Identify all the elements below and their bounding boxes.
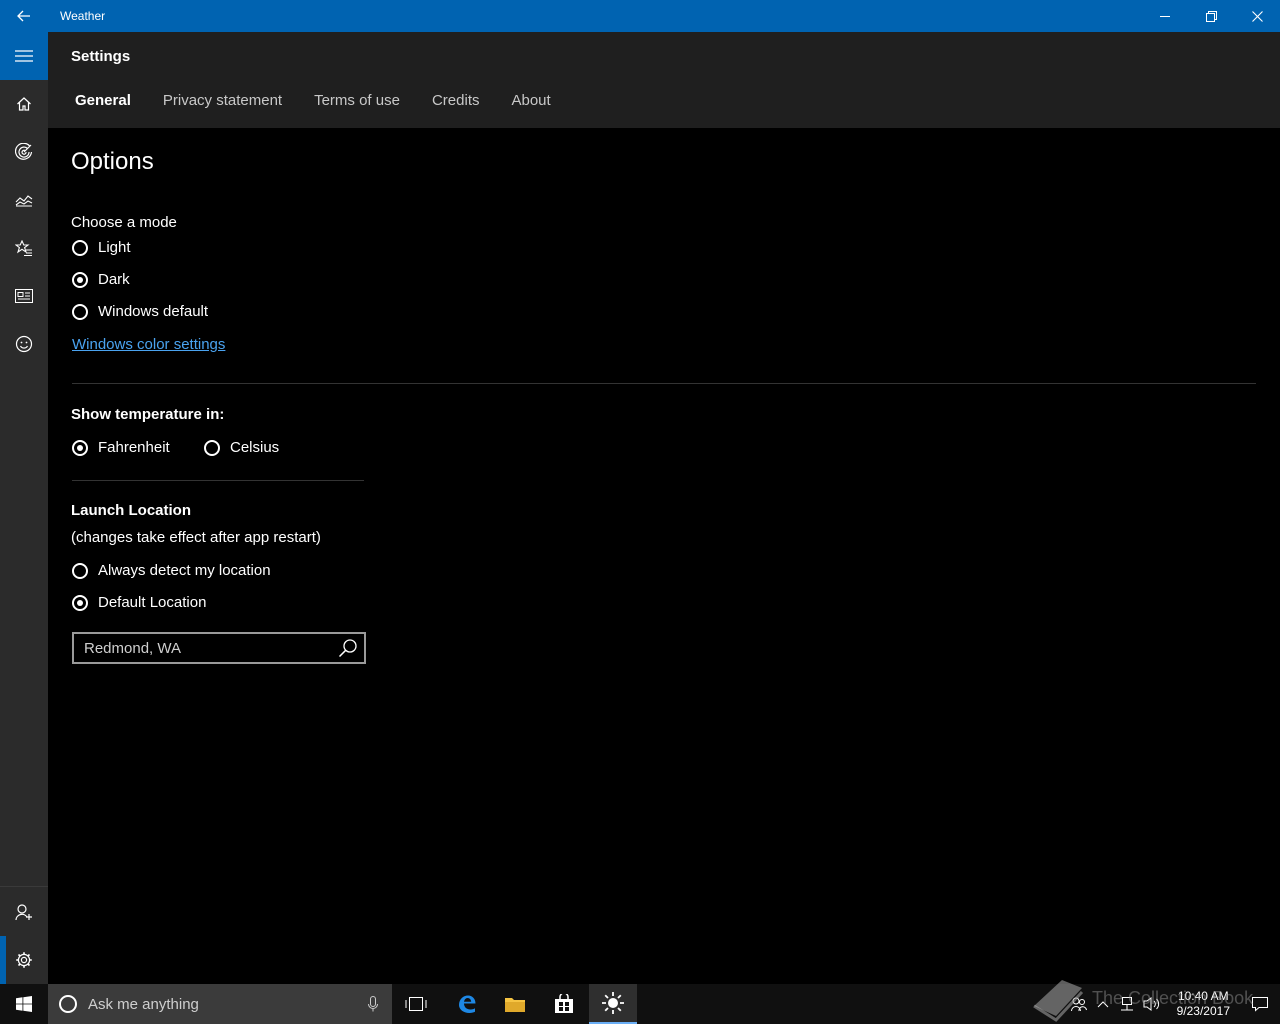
book-logo-icon [1033,980,1084,1022]
edge-icon [459,995,476,1013]
nav-maps-button[interactable] [0,128,48,176]
minimize-button[interactable] [1142,0,1188,32]
location-input[interactable]: Redmond, WA [84,640,332,657]
radio-circle-selected [72,439,88,456]
close-icon [1251,10,1263,22]
star-list-icon [15,240,32,256]
rail-divider [0,886,48,887]
cortana-search-box[interactable]: Ask me anything [48,984,392,1024]
radio-label: Default Location [98,594,207,611]
smiley-icon [15,335,33,353]
notification-icon [1252,997,1268,1012]
hamburger-menu-button[interactable] [0,32,48,80]
settings-content: Options Choose a mode Light Dark Windows… [48,128,1280,984]
add-user-icon [15,904,32,921]
temperature-label: Show temperature in: [71,406,225,423]
radio-label: Dark [98,271,130,288]
edge-browser-button[interactable] [443,984,491,1024]
windows-color-settings-link[interactable]: Windows color settings [72,336,225,353]
nav-places-button[interactable] [0,224,48,272]
nav-feedback-button[interactable] [0,320,48,368]
tab-about[interactable]: About [511,92,550,109]
tab-terms-of-use[interactable]: Terms of use [314,92,400,109]
home-icon [17,97,31,111]
radio-circle-selected [72,271,88,288]
close-button[interactable] [1234,0,1280,32]
radio-label: Celsius [230,439,280,456]
nav-historical-button[interactable] [0,176,48,224]
store-bag-icon [555,994,573,1013]
nav-news-button[interactable] [0,272,48,320]
windows-logo-icon [16,996,32,1012]
gear-icon [16,952,32,968]
weather-app-button[interactable] [589,984,637,1024]
section-divider [72,383,1256,384]
launch-location-note: (changes take effect after app restart) [71,529,321,546]
fahrenheit-radio[interactable]: Fahrenheit [72,439,170,456]
page-title: Settings [71,48,131,65]
radio-circle [72,303,88,320]
folder-icon [505,998,525,1012]
radio-label: Windows default [98,303,209,320]
nav-rail [0,32,48,984]
mode-dark-radio[interactable]: Dark [72,271,130,288]
hamburger-icon [15,50,33,62]
chart-line-icon [15,195,33,207]
nav-account-button[interactable] [0,888,48,936]
watermark-text: The Collection Book [1092,988,1254,1008]
search-icon [338,639,357,658]
launch-location-label: Launch Location [71,502,191,519]
task-view-button[interactable] [392,984,440,1024]
title-bar: Weather [0,0,1280,32]
news-icon [15,289,33,303]
radio-circle [72,562,88,579]
tab-general[interactable]: General [75,92,131,109]
radio-label: Fahrenheit [98,439,170,456]
mode-light-radio[interactable]: Light [72,239,131,256]
taskbar: Ask me anything 10:40 AM 9/23/2017 [0,984,1280,1024]
cortana-icon [59,995,77,1013]
sun-icon [602,992,624,1014]
always-detect-location-radio[interactable]: Always detect my location [72,562,271,579]
location-search-box[interactable]: Redmond, WA [72,632,366,664]
radio-label: Light [98,239,131,256]
radio-label: Always detect my location [98,562,271,579]
restore-icon [1205,10,1217,22]
tab-privacy-statement[interactable]: Privacy statement [163,92,282,109]
window-title: Weather [60,9,106,23]
settings-tabs: General Privacy statement Terms of use C… [75,92,551,109]
file-explorer-button[interactable] [491,984,539,1024]
celsius-radio[interactable]: Celsius [204,439,279,456]
back-button[interactable] [0,0,48,32]
cortana-placeholder: Ask me anything [88,995,199,1013]
radio-circle [72,239,88,256]
mode-label: Choose a mode [71,214,177,231]
nav-settings-button[interactable] [0,936,48,984]
back-arrow-icon [17,10,30,22]
radio-circle [204,439,220,456]
radio-circle-selected [72,594,88,611]
selected-indicator [0,936,6,984]
nav-forecast-button[interactable] [0,80,48,128]
start-button[interactable] [0,984,48,1024]
radar-icon [15,143,33,160]
store-button[interactable] [540,984,588,1024]
default-location-radio[interactable]: Default Location [72,594,206,611]
options-heading: Options [71,148,154,175]
section-divider [72,480,364,481]
tab-credits[interactable]: Credits [432,92,480,109]
mode-windows-default-radio[interactable]: Windows default [72,303,208,320]
settings-header: Settings General Privacy statement Terms… [48,32,1280,128]
restore-button[interactable] [1188,0,1234,32]
task-view-icon [405,997,427,1011]
search-button[interactable] [332,634,364,662]
minimize-icon [1160,16,1170,17]
microphone-icon[interactable] [368,996,378,1012]
